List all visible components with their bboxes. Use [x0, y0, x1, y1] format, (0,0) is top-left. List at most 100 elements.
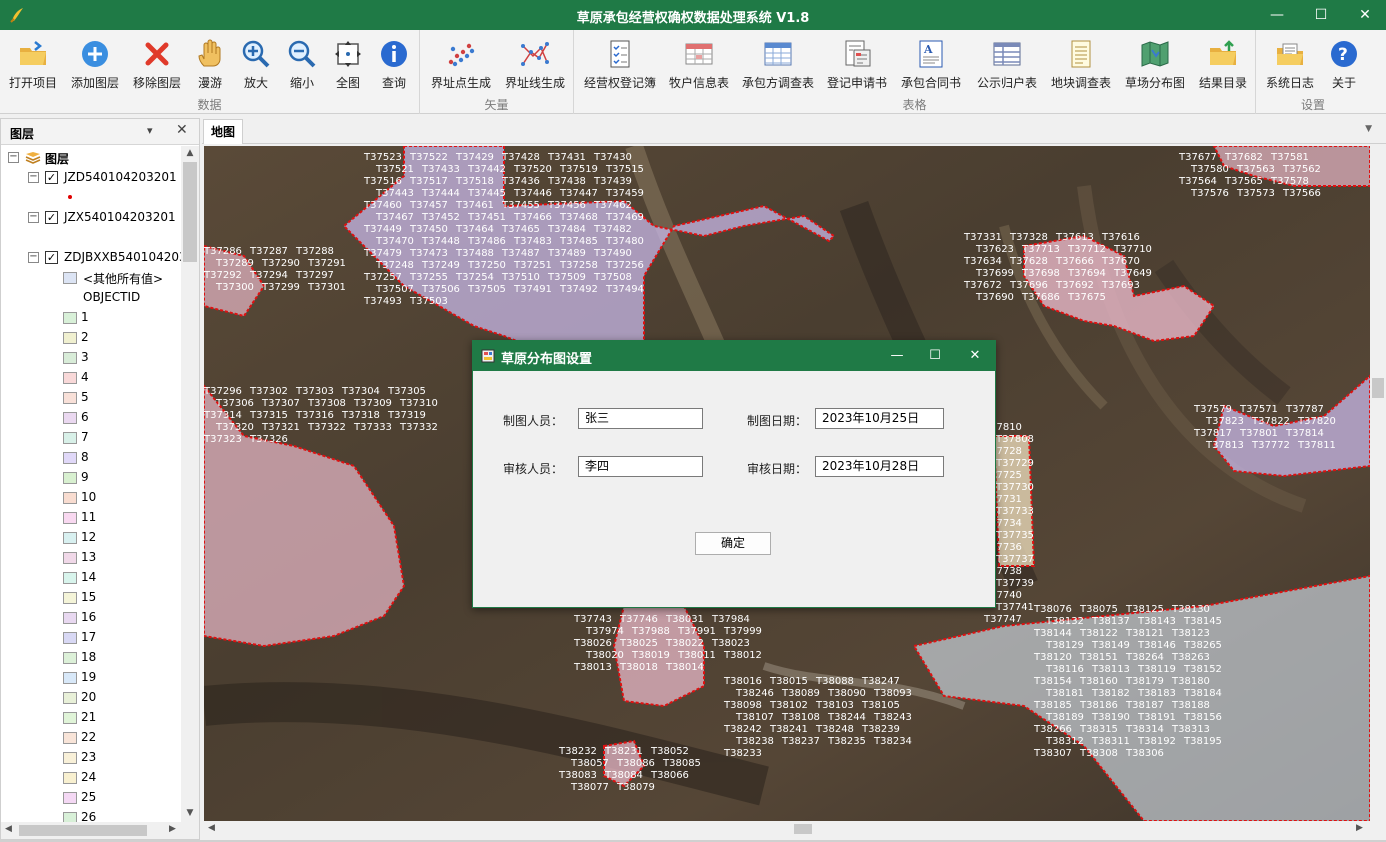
reviewer-input[interactable]: 李四: [578, 456, 703, 477]
layer-visibility-checkbox[interactable]: ✓: [45, 171, 58, 184]
parcel-label: T37459: [605, 188, 644, 199]
parcel-label: T37487: [501, 248, 540, 259]
parcel-label: T38315: [1079, 724, 1118, 735]
parcel-label: T37520: [513, 164, 552, 175]
line-symbol: [1, 228, 181, 248]
rights-register-button[interactable]: 经营权登记簿: [580, 34, 660, 94]
parcel-label: T37506: [421, 284, 460, 295]
parcel-label: T37291: [307, 258, 346, 269]
legend-item: 2: [1, 328, 181, 348]
review-date-input[interactable]: 2023年10月28日: [815, 456, 944, 477]
collapse-icon[interactable]: −: [28, 252, 39, 263]
parcel-label: T37682: [1224, 152, 1263, 163]
parcel-label: T38137: [1091, 616, 1130, 627]
ok-button[interactable]: 确定: [695, 532, 771, 555]
result-directory-button[interactable]: 结果目录: [1194, 34, 1252, 94]
parcel-label: T37634: [963, 256, 1002, 267]
layers-horizontal-scrollbar[interactable]: ◀ ▶: [1, 822, 199, 839]
full-extent-button[interactable]: 全图: [330, 34, 366, 94]
parcel-label: T38077: [570, 782, 609, 793]
parcel-label: T38265: [1183, 640, 1222, 651]
scroll-down-icon[interactable]: ▼: [181, 808, 199, 818]
scroll-left-icon[interactable]: ◀: [208, 823, 215, 833]
zoom-in-button[interactable]: 放大: [238, 34, 274, 94]
pin-icon[interactable]: ▾: [147, 124, 153, 137]
parcel-label: T37747: [983, 614, 1022, 625]
collapse-icon[interactable]: −: [28, 212, 39, 223]
layer-item-jzx[interactable]: − ✓ JZX540104203201: [1, 208, 181, 228]
parcel-label: T38238: [735, 736, 774, 747]
parcel-label: T37306: [215, 398, 254, 409]
tree-root[interactable]: − 图层: [1, 148, 181, 168]
legend-swatch: [63, 632, 77, 644]
public-notice-button[interactable]: 公示归户表: [972, 34, 1042, 94]
boundary-point-button[interactable]: 界址点生成: [426, 34, 496, 94]
maximize-button[interactable]: ☐: [1298, 0, 1344, 30]
boundary-line-button[interactable]: 界址线生成: [500, 34, 570, 94]
scroll-right-icon[interactable]: ▶: [1356, 823, 1363, 833]
layer-item-jzd[interactable]: − ✓ JZD540104203201: [1, 168, 181, 188]
folder-open-icon: [20, 41, 46, 65]
parcel-label: T37315: [249, 410, 288, 421]
grassland-map-button[interactable]: 草场分布图: [1122, 34, 1188, 94]
legend-item: 7: [1, 428, 181, 448]
map-vertical-scrollbar[interactable]: [1370, 146, 1386, 821]
parcel-label: T37573: [1236, 188, 1275, 199]
collapse-icon[interactable]: −: [8, 152, 19, 163]
close-button[interactable]: ✕: [1342, 0, 1386, 30]
legend-swatch: [63, 352, 77, 364]
remove-layer-button[interactable]: 移除图层: [128, 34, 186, 94]
parcel-label: T38308: [1079, 748, 1118, 759]
make-date-input[interactable]: 2023年10月25日: [815, 408, 944, 429]
legend-item: 9: [1, 468, 181, 488]
dialog-minimize-button[interactable]: —: [877, 341, 917, 371]
panel-close-icon[interactable]: ✕: [176, 122, 188, 138]
scroll-thumb[interactable]: [183, 162, 197, 262]
layer-item-zdjbxxb[interactable]: − ✓ ZDJBXXB540104203: [1, 248, 181, 268]
add-layer-button[interactable]: 添加图层: [66, 34, 124, 94]
parcel-label: T37431: [547, 152, 586, 163]
open-project-button[interactable]: 打开项目: [4, 34, 62, 94]
scroll-up-icon[interactable]: ▲: [181, 148, 199, 158]
query-button[interactable]: 查询: [376, 34, 412, 94]
parcel-label: T38312: [1045, 736, 1084, 747]
scroll-right-icon[interactable]: ▶: [169, 824, 176, 834]
maker-input[interactable]: 张三: [578, 408, 703, 429]
dialog-maximize-button[interactable]: ☐: [915, 341, 955, 371]
about-button[interactable]: ? 关于: [1324, 34, 1364, 94]
minimize-button[interactable]: —: [1254, 0, 1300, 30]
contract-button[interactable]: A 承包合同书: [898, 34, 964, 94]
parcel-label: T37519: [559, 164, 598, 175]
legend-value: 18: [81, 650, 97, 664]
legend-value: 2: [81, 330, 89, 344]
layer-visibility-checkbox[interactable]: ✓: [45, 251, 58, 264]
scroll-left-icon[interactable]: ◀: [5, 824, 12, 834]
tab-map[interactable]: 地图: [203, 119, 243, 144]
herder-info-button[interactable]: 牧户信息表: [666, 34, 732, 94]
parcel-label: T37302: [249, 386, 288, 397]
legend-item: 8: [1, 448, 181, 468]
parcel-label: T37515: [605, 164, 644, 175]
system-log-button[interactable]: 系统日志: [1262, 34, 1318, 94]
parcel-label: T38244: [827, 712, 866, 723]
scroll-thumb[interactable]: [19, 825, 147, 836]
zoom-out-button[interactable]: 缩小: [284, 34, 320, 94]
legend-swatch: [63, 552, 77, 564]
contractor-survey-button[interactable]: 承包方调查表: [740, 34, 816, 94]
parcel-label: T37304: [341, 386, 380, 397]
dialog-close-button[interactable]: ✕: [955, 341, 995, 371]
scroll-thumb[interactable]: [794, 824, 812, 834]
parcel-label: T37251: [513, 260, 552, 271]
collapse-icon[interactable]: −: [28, 172, 39, 183]
parcel-survey-button[interactable]: 地块调查表: [1048, 34, 1114, 94]
parcel-label: T38184: [1183, 688, 1222, 699]
map-horizontal-scrollbar[interactable]: ◀ ▶: [204, 821, 1370, 837]
pan-button[interactable]: 漫游: [192, 34, 228, 94]
layers-vertical-scrollbar[interactable]: ▲ ▼: [181, 146, 199, 822]
registration-form-button[interactable]: 登记申请书: [824, 34, 890, 94]
parcel-label: T38179: [1125, 676, 1164, 687]
tab-dropdown-icon[interactable]: ▼: [1365, 124, 1372, 134]
layer-visibility-checkbox[interactable]: ✓: [45, 211, 58, 224]
parcel-label: T37485: [559, 236, 598, 247]
scroll-thumb[interactable]: [1372, 378, 1384, 398]
